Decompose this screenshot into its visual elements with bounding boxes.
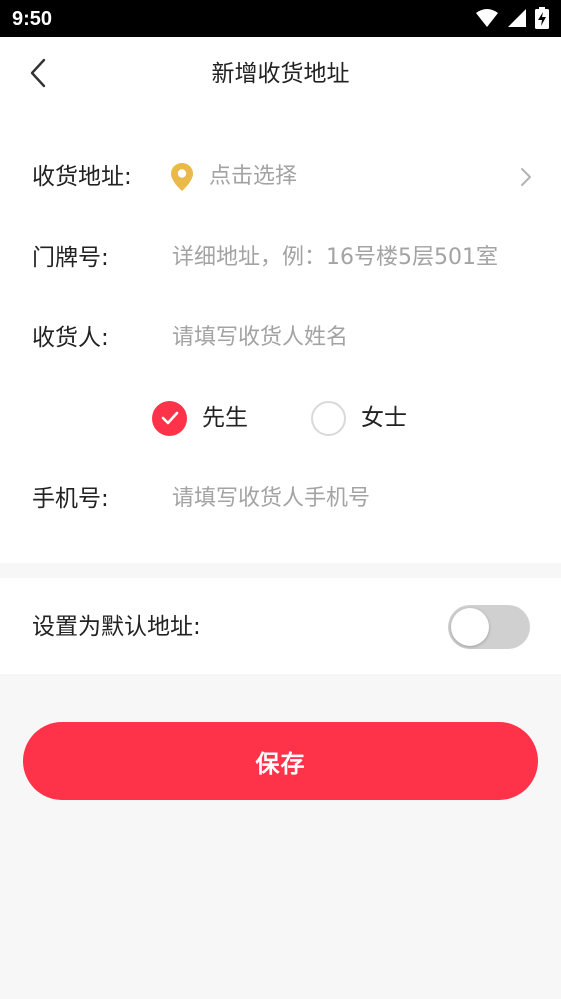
radio-unchecked-icon (311, 400, 346, 436)
address-placeholder: 点击选择 (209, 164, 298, 189)
chevron-right-icon (520, 167, 532, 191)
door-number-label: 门牌号: (32, 245, 109, 271)
address-picker[interactable]: 点击选择 (168, 157, 538, 197)
radio-checked-icon (152, 400, 187, 436)
status-icons (475, 7, 549, 33)
gender-option-sir[interactable]: 先生 (152, 398, 248, 438)
status-bar: 9:50 (0, 0, 561, 37)
gender-label-sir: 先生 (202, 405, 248, 431)
phone-input[interactable] (172, 482, 537, 516)
status-time: 9:50 (12, 8, 53, 30)
address-label: 收货地址: (32, 164, 132, 190)
default-address-toggle[interactable] (448, 605, 530, 649)
location-pin-icon (170, 162, 194, 196)
gender-label-madam: 女士 (361, 405, 407, 431)
recipient-label: 收货人: (32, 325, 109, 351)
page-title: 新增收货地址 (211, 61, 350, 87)
phone-label: 手机号: (32, 486, 109, 512)
recipient-name-input[interactable] (172, 321, 537, 355)
app-header: 新增收货地址 (0, 37, 561, 113)
toggle-knob (451, 608, 489, 646)
wifi-icon (475, 8, 499, 32)
save-button[interactable]: 保存 (23, 722, 538, 800)
address-form: 收货地址: 点击选择 门牌号: 收货人: 先生 女士 手机号: (0, 113, 561, 563)
door-number-input[interactable] (172, 241, 537, 275)
gender-option-madam[interactable]: 女士 (311, 398, 407, 438)
battery-charging-icon (535, 7, 549, 33)
default-address-label: 设置为默认地址: (32, 614, 201, 640)
default-address-card: 设置为默认地址: (0, 578, 561, 674)
cell-signal-icon (507, 8, 527, 32)
